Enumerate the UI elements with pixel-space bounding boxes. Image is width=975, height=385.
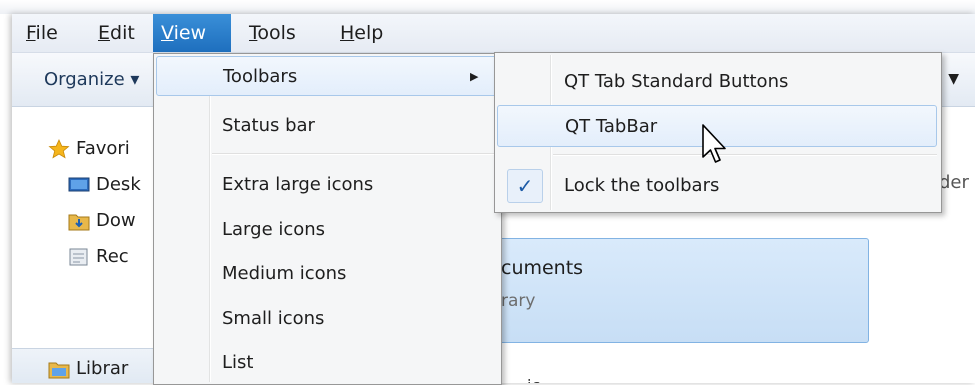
organize-button[interactable]: Organize ▾ xyxy=(44,53,139,106)
view-menu-dropdown: Toolbars ▶ Status bar Extra large icons … xyxy=(153,53,502,385)
menu-tools[interactable]: Tools xyxy=(241,14,304,52)
mouse-pointer-icon xyxy=(702,124,726,163)
recent-places-icon xyxy=(69,248,88,266)
menu-item-large-icons[interactable]: Large icons xyxy=(156,210,497,250)
documents-library-tile[interactable]: cuments rary xyxy=(442,238,869,343)
menu-separator xyxy=(553,154,937,156)
menu-item-extra-large-icons[interactable]: Extra large icons xyxy=(156,165,497,205)
menu-item-medium-icons[interactable]: Medium icons xyxy=(156,254,497,294)
menu-item-small-icons[interactable]: Small icons xyxy=(156,299,497,339)
menu-view[interactable]: View xyxy=(153,14,231,52)
menu-edit[interactable]: Edit xyxy=(90,14,143,52)
menu-separator xyxy=(212,153,498,155)
chevron-down-icon: ▾ xyxy=(130,69,140,90)
menu-item-toolbars[interactable]: Toolbars ▶ xyxy=(156,56,497,96)
checkmark-icon: ✓ xyxy=(507,169,543,203)
downloads-icon xyxy=(68,214,90,231)
navigation-pane: Favori Desk Dow Rec xyxy=(12,107,157,383)
menu-item-status-bar[interactable]: Status bar xyxy=(156,106,497,146)
menu-help[interactable]: Help xyxy=(332,14,391,52)
nav-item-libraries[interactable]: Librar xyxy=(12,348,157,383)
menu-item-lock-the-toolbars[interactable]: ✓ Lock the toolbars xyxy=(497,165,937,207)
menu-file[interactable]: File xyxy=(18,14,66,52)
tile-subtitle: rary xyxy=(501,291,536,311)
menu-bar: File Edit View Tools Help xyxy=(12,14,975,53)
menu-item-list[interactable]: List xyxy=(156,343,497,383)
content-partial-heading: ic xyxy=(527,376,540,383)
tile-title: cuments xyxy=(501,257,584,279)
submenu-arrow-icon: ▶ xyxy=(470,70,479,83)
desktop-icon xyxy=(68,177,90,192)
libraries-icon xyxy=(48,362,70,379)
chevron-down-icon[interactable]: ▼ xyxy=(948,53,959,106)
menu-item-qt-tab-standard-buttons[interactable]: QT Tab Standard Buttons xyxy=(497,61,937,103)
desktop-background xyxy=(0,0,975,14)
star-icon xyxy=(48,139,70,159)
